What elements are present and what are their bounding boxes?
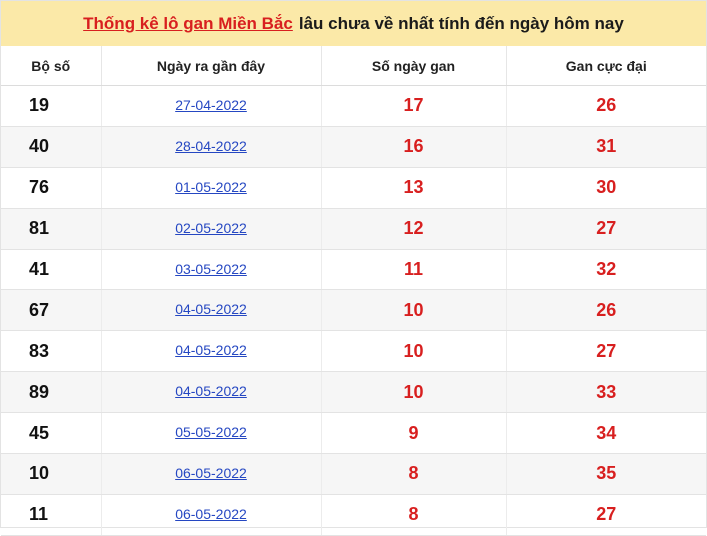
date-cell: 04-05-2022	[101, 371, 322, 414]
date-cell: 06-05-2022	[101, 453, 322, 495]
days-absent: 8	[321, 494, 507, 536]
max-absent: 26	[506, 289, 706, 332]
table-row: 67 04-05-2022 10 26	[1, 289, 706, 332]
title-link[interactable]: Thống kê lô gan Miền Bắc	[83, 14, 293, 34]
date-cell: 01-05-2022	[101, 167, 322, 209]
panel-title: Thống kê lô gan Miền Bắc lâu chưa về nhấ…	[1, 1, 706, 46]
days-absent: 12	[321, 208, 507, 250]
date-link[interactable]: 28-04-2022	[175, 138, 247, 154]
table-row: 45 05-05-2022 9 34	[1, 412, 706, 455]
table-row: 89 04-05-2022 10 33	[1, 371, 706, 414]
date-link[interactable]: 05-05-2022	[175, 424, 247, 440]
lotto-number: 40	[1, 126, 102, 168]
date-link[interactable]: 06-05-2022	[175, 465, 247, 481]
header-max-absent: Gan cực đại	[506, 46, 706, 86]
date-link[interactable]: 06-05-2022	[175, 506, 247, 522]
date-cell: 05-05-2022	[101, 412, 322, 455]
date-cell: 04-05-2022	[101, 289, 322, 332]
days-absent: 10	[321, 371, 507, 414]
date-link[interactable]: 02-05-2022	[175, 220, 247, 236]
days-absent: 10	[321, 289, 507, 332]
max-absent: 31	[506, 126, 706, 168]
days-absent: 8	[321, 453, 507, 495]
days-absent: 16	[321, 126, 507, 168]
title-text: lâu chưa về nhất tính đến ngày hôm nay	[298, 13, 624, 33]
table-row: 83 04-05-2022 10 27	[1, 330, 706, 373]
max-absent: 26	[506, 85, 706, 127]
max-absent: 35	[506, 453, 706, 495]
date-cell: 27-04-2022	[101, 85, 322, 127]
max-absent: 30	[506, 167, 706, 209]
lotto-number: 45	[1, 412, 102, 455]
days-absent: 10	[321, 330, 507, 373]
table-row: 41 03-05-2022 11 32	[1, 249, 706, 291]
max-absent: 32	[506, 249, 706, 291]
date-cell: 03-05-2022	[101, 249, 322, 291]
lotto-number: 83	[1, 330, 102, 373]
lo-gan-table: Bộ số Ngày ra gần đây Số ngày gan Gan cự…	[1, 46, 706, 536]
header-days-absent: Số ngày gan	[321, 46, 507, 86]
lotto-number: 81	[1, 208, 102, 250]
table-row: 10 06-05-2022 8 35	[1, 453, 706, 495]
table-row: 40 28-04-2022 16 31	[1, 126, 706, 168]
date-cell: 04-05-2022	[101, 330, 322, 373]
table-row: 81 02-05-2022 12 27	[1, 208, 706, 250]
lotto-number: 10	[1, 453, 102, 495]
lotto-number: 41	[1, 249, 102, 291]
date-link[interactable]: 03-05-2022	[175, 261, 247, 277]
date-link[interactable]: 01-05-2022	[175, 179, 247, 195]
days-absent: 9	[321, 412, 507, 455]
date-cell: 28-04-2022	[101, 126, 322, 168]
lotto-number: 11	[1, 494, 102, 536]
table-row: 19 27-04-2022 17 26	[1, 85, 706, 127]
date-cell: 06-05-2022	[101, 494, 322, 536]
date-link[interactable]: 27-04-2022	[175, 97, 247, 113]
lotto-number: 76	[1, 167, 102, 209]
header-number: Bộ số	[1, 46, 102, 86]
header-recent-date: Ngày ra gần đây	[101, 46, 322, 86]
table-header-row: Bộ số Ngày ra gần đây Số ngày gan Gan cự…	[1, 46, 706, 86]
max-absent: 33	[506, 371, 706, 414]
date-link[interactable]: 04-05-2022	[175, 301, 247, 317]
days-absent: 11	[321, 249, 507, 291]
table-row: 76 01-05-2022 13 30	[1, 167, 706, 209]
date-link[interactable]: 04-05-2022	[175, 342, 247, 358]
max-absent: 27	[506, 494, 706, 536]
lotto-number: 19	[1, 85, 102, 127]
days-absent: 17	[321, 85, 507, 127]
lotto-number: 67	[1, 289, 102, 332]
max-absent: 34	[506, 412, 706, 455]
table-row: 11 06-05-2022 8 27	[1, 494, 706, 536]
date-cell: 02-05-2022	[101, 208, 322, 250]
lotto-number: 89	[1, 371, 102, 414]
lo-gan-panel: Thống kê lô gan Miền Bắc lâu chưa về nhấ…	[0, 0, 707, 536]
max-absent: 27	[506, 330, 706, 373]
days-absent: 13	[321, 167, 507, 209]
max-absent: 27	[506, 208, 706, 250]
date-link[interactable]: 04-05-2022	[175, 383, 247, 399]
